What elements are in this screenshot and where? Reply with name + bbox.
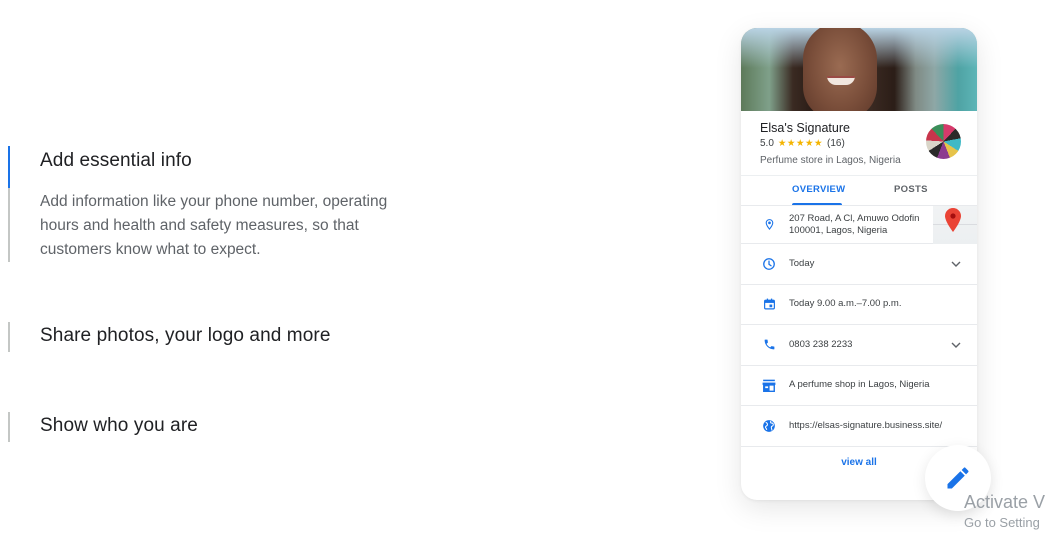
description-text: A perfume shop in Lagos, Nigeria	[789, 379, 930, 391]
review-count[interactable]: (16)	[827, 138, 845, 149]
business-name: Elsa's Signature	[760, 121, 850, 135]
rating-value: 5.0	[760, 138, 774, 149]
info-row-hours[interactable]: Today	[741, 244, 977, 285]
tab-selected-indicator	[792, 203, 842, 205]
map-thumbnail[interactable]	[933, 206, 977, 244]
storefront-icon	[761, 377, 777, 393]
windows-activation-watermark: Activate V Go to Setting	[964, 492, 1045, 530]
hero-photo	[741, 28, 977, 111]
address-text: 207 Road, A Cl, Amuwo Odofin 100001, Lag…	[789, 213, 919, 237]
location-pin-icon	[761, 217, 777, 233]
map-pin-icon	[945, 208, 961, 232]
business-profile-card: Elsa's Signature 5.0 ★★★★★ (16) Perfume …	[741, 28, 977, 500]
phone-icon	[761, 337, 777, 353]
tab-posts[interactable]: POSTS	[894, 184, 928, 195]
feature-title[interactable]: Share photos, your logo and more	[40, 325, 331, 347]
chevron-down-icon[interactable]	[951, 259, 961, 269]
info-row-website[interactable]: https://elsas-signature.business.site/	[741, 406, 977, 447]
page: Add essential info Add information like …	[0, 0, 1050, 534]
address-line-2: 100001, Lagos, Nigeria	[789, 224, 888, 236]
tab-overview[interactable]: OVERVIEW	[792, 184, 845, 195]
special-hours-text: Today 9.00 a.m.–7.00 p.m.	[789, 298, 902, 310]
star-rating-icon: ★★★★★	[777, 138, 823, 149]
website-link[interactable]: https://elsas-signature.business.site/	[789, 420, 942, 432]
address-line-1: 207 Road, A Cl, Amuwo Odofin	[789, 212, 920, 224]
chevron-down-icon[interactable]	[951, 340, 961, 350]
feature-indicator-track	[8, 322, 10, 352]
feature-description: Add information like your phone number, …	[40, 193, 388, 258]
hero-face	[803, 28, 877, 111]
business-logo	[926, 124, 961, 159]
watermark-line-2: Go to Setting	[964, 515, 1040, 530]
feature-indicator-active	[8, 146, 10, 188]
feature-indicator-track	[8, 146, 10, 262]
rating-row[interactable]: 5.0 ★★★★★ (16)	[760, 138, 845, 149]
info-row-address[interactable]: 207 Road, A Cl, Amuwo Odofin 100001, Lag…	[741, 206, 977, 244]
calendar-icon	[761, 296, 777, 312]
feature-indicator-track	[8, 412, 10, 442]
info-row-special-hours[interactable]: Today 9.00 a.m.–7.00 p.m.	[741, 285, 977, 325]
profile-tabs: OVERVIEW POSTS	[741, 175, 977, 206]
business-header: Elsa's Signature 5.0 ★★★★★ (16) Perfume …	[741, 111, 977, 175]
phone-text: 0803 238 2233	[789, 338, 853, 350]
info-row-description[interactable]: A perfume shop in Lagos, Nigeria	[741, 366, 977, 406]
watermark-line-1: Activate V	[964, 492, 1046, 512]
clock-icon	[761, 256, 777, 272]
info-row-phone[interactable]: 0803 238 2233	[741, 325, 977, 366]
pencil-icon	[947, 467, 969, 489]
feature-title[interactable]: Add essential info	[40, 150, 192, 172]
hours-text: Today	[789, 257, 815, 269]
business-category: Perfume store in Lagos, Nigeria	[760, 155, 901, 166]
globe-icon	[761, 418, 777, 434]
info-list: 207 Road, A Cl, Amuwo Odofin 100001, Lag…	[741, 206, 977, 447]
feature-title[interactable]: Show who you are	[40, 415, 198, 437]
